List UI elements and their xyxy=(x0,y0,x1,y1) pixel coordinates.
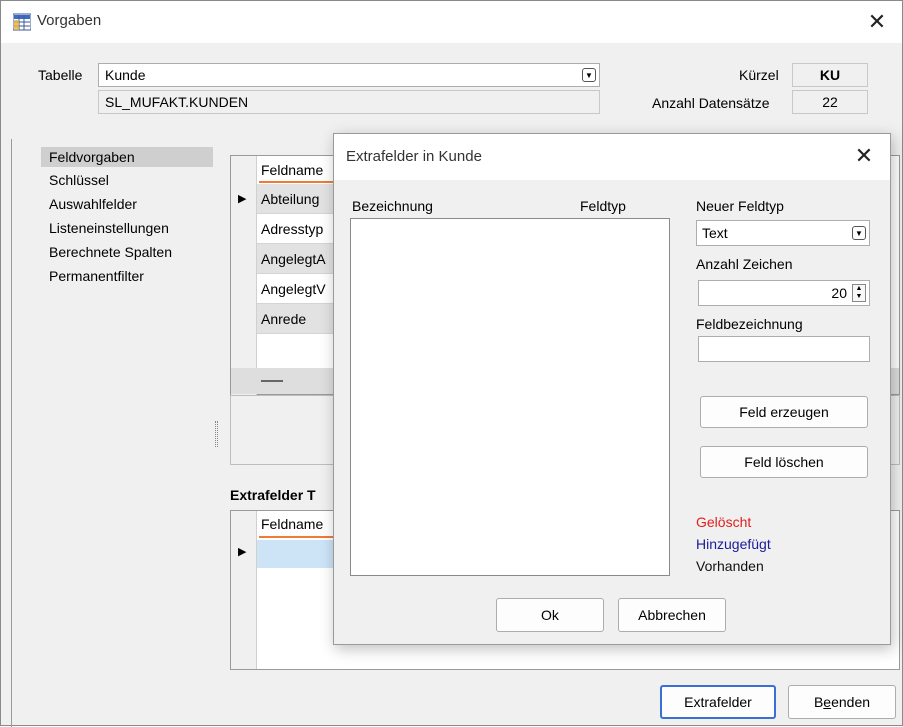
beenden-mnemonic: e xyxy=(823,694,832,710)
feldbezeichnung-input[interactable] xyxy=(698,336,870,362)
feld-erzeugen-button[interactable]: Feld erzeugen xyxy=(700,396,868,428)
sidebar-item-listeneinstellungen[interactable]: Listeneinstellungen xyxy=(49,220,169,236)
scrollbar-thumb[interactable] xyxy=(261,380,283,382)
app-grid-icon xyxy=(13,13,31,31)
anzahl-zeichen-stepper[interactable]: 20 ▲ ▼ xyxy=(698,280,870,306)
neuer-feldtyp-label: Neuer Feldtyp xyxy=(696,198,784,214)
legend-geloescht: Gelöscht xyxy=(696,514,752,530)
abbrechen-button[interactable]: Abbrechen xyxy=(618,598,726,632)
chevron-down-icon[interactable]: ▼ xyxy=(582,68,596,82)
table-path-field: SL_MUFAKT.KUNDEN xyxy=(98,90,600,114)
extrafelder-button[interactable]: Extrafelder xyxy=(660,685,776,719)
kuerzel-field: KU xyxy=(792,63,868,87)
close-icon[interactable]: ✕ xyxy=(862,7,892,37)
vorgaben-window: Vorgaben ✕ Tabelle Kunde ▼ SL_MUFAKT.KUN… xyxy=(0,0,903,727)
frame-border xyxy=(11,139,12,727)
beenden-button[interactable]: Beenden xyxy=(788,685,896,719)
anzahl-label: Anzahl Datensätze xyxy=(652,95,770,111)
col-bezeichnung-label: Bezeichnung xyxy=(352,198,433,214)
anzahl-zeichen-value: 20 xyxy=(831,285,847,301)
chevron-down-icon[interactable]: ▼ xyxy=(852,226,866,240)
grid-header-feldname: Feldname xyxy=(261,162,324,178)
row-indicator-column xyxy=(231,511,257,669)
spin-arrows-icon[interactable]: ▲ ▼ xyxy=(852,284,866,302)
splitter-handle[interactable] xyxy=(215,421,218,447)
window-title: Vorgaben xyxy=(37,12,102,29)
beenden-label-suffix: enden xyxy=(831,694,871,710)
dialog-title: Extrafelder in Kunde xyxy=(346,148,482,165)
title-bar: Vorgaben ✕ xyxy=(1,1,902,43)
beenden-label-prefix: B xyxy=(813,694,824,710)
sidebar-item-feldvorgaben[interactable]: Feldvorgaben xyxy=(49,149,135,165)
current-row-arrow-icon: ▶ xyxy=(238,546,247,558)
feldbezeichnung-label: Feldbezeichnung xyxy=(696,316,803,332)
extrafelder-section-title: Extrafelder T xyxy=(230,487,316,503)
dialog-title-bar: Extrafelder in Kunde ✕ xyxy=(334,134,890,180)
feldtyp-value: Text xyxy=(702,225,728,241)
legend-vorhanden: Vorhanden xyxy=(696,558,764,574)
extrafelder-dialog: Extrafelder in Kunde ✕ Bezeichnung Feldt… xyxy=(333,133,891,645)
extrafelder-list[interactable] xyxy=(350,218,670,576)
tabelle-value: Kunde xyxy=(105,67,146,83)
extrafelder-header-feldname: Feldname xyxy=(261,516,324,532)
feld-loeschen-button[interactable]: Feld löschen xyxy=(700,446,868,478)
sidebar-item-permanentfilter[interactable]: Permanentfilter xyxy=(49,268,144,284)
dialog-close-icon[interactable]: ✕ xyxy=(850,142,878,170)
sidebar-item-schluessel[interactable]: Schlüssel xyxy=(49,172,109,188)
feldtyp-combobox[interactable]: Text ▼ xyxy=(696,220,870,246)
legend-hinzugefuegt: Hinzugefügt xyxy=(696,536,771,552)
anzahl-zeichen-label: Anzahl Zeichen xyxy=(696,256,793,272)
tabelle-label: Tabelle xyxy=(38,67,83,83)
current-row-arrow-icon: ▶ xyxy=(238,193,247,205)
sidebar-item-berechnete-spalten[interactable]: Berechnete Spalten xyxy=(49,244,172,260)
ok-button[interactable]: Ok xyxy=(496,598,604,632)
kuerzel-label: Kürzel xyxy=(739,67,779,83)
tabelle-combobox[interactable]: Kunde ▼ xyxy=(98,63,600,87)
anzahl-field: 22 xyxy=(792,90,868,114)
sidebar-item-auswahlfelder[interactable]: Auswahlfelder xyxy=(49,196,137,212)
table-path-value: SL_MUFAKT.KUNDEN xyxy=(105,94,249,110)
col-feldtyp-label: Feldtyp xyxy=(580,198,626,214)
